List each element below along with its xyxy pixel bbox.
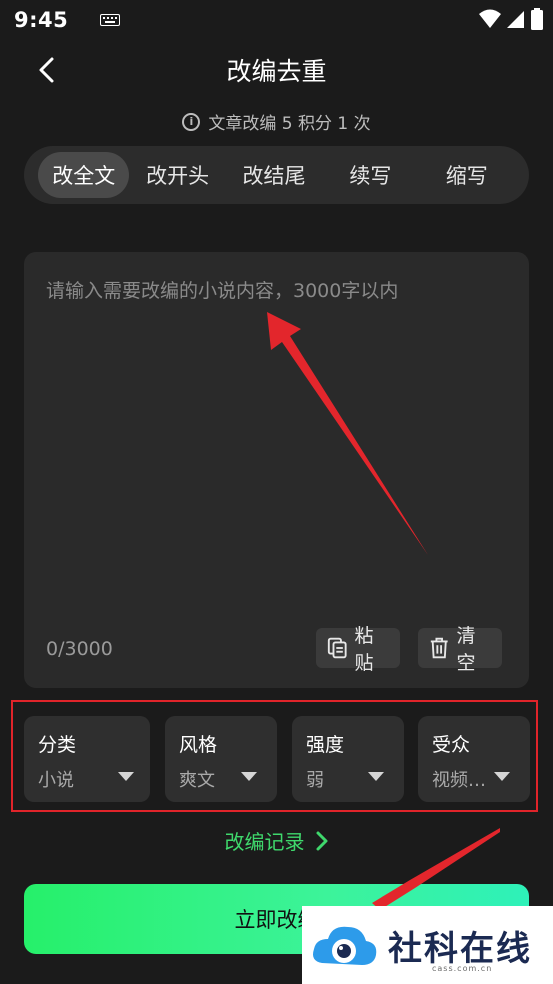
records-label: 改编记录 bbox=[224, 830, 305, 854]
trash-icon bbox=[430, 637, 448, 659]
intensity-select[interactable]: 强度 弱 bbox=[292, 716, 404, 802]
style-value: 爽文 bbox=[179, 770, 215, 791]
dropdown-caret-icon bbox=[241, 772, 257, 781]
page-title: 改编去重 bbox=[226, 57, 327, 86]
keyboard-icon bbox=[100, 14, 121, 26]
signal-icon bbox=[507, 11, 524, 28]
battery-icon bbox=[531, 8, 543, 30]
chevron-right-icon bbox=[316, 831, 327, 850]
intensity-label: 强度 bbox=[306, 734, 345, 756]
cloud-eye-logo-icon bbox=[313, 926, 377, 965]
tab-rewrite-opening[interactable]: 改开头 bbox=[129, 152, 225, 198]
back-arrow-icon[interactable] bbox=[32, 54, 64, 86]
watermark-logo: 社科在线 cass.com.cn bbox=[302, 906, 553, 984]
status-time: 9:45 bbox=[14, 8, 69, 32]
cost-info-text: 文章改编 5 积分 1 次 bbox=[208, 114, 371, 134]
tab-condense[interactable]: 缩写 bbox=[419, 152, 515, 198]
clear-label: 清空 bbox=[456, 625, 476, 674]
style-label: 风格 bbox=[179, 734, 218, 756]
wifi-icon bbox=[479, 9, 501, 28]
tab-rewrite-ending[interactable]: 改结尾 bbox=[226, 152, 322, 198]
paste-icon bbox=[327, 637, 347, 659]
tab-rewrite-full[interactable]: 改全文 bbox=[38, 152, 130, 198]
audience-value: 视频… bbox=[432, 770, 486, 791]
category-select[interactable]: 分类 小说 bbox=[24, 716, 150, 802]
mode-tabs: 改全文 改开头 改结尾 续写 缩写 bbox=[24, 146, 529, 204]
dropdown-caret-icon bbox=[118, 772, 134, 781]
char-counter: 0/3000 bbox=[46, 638, 113, 660]
tab-continue[interactable]: 续写 bbox=[322, 152, 418, 198]
intensity-value: 弱 bbox=[306, 770, 324, 791]
style-select[interactable]: 风格 爽文 bbox=[165, 716, 277, 802]
info-icon: i bbox=[182, 112, 201, 131]
rewrite-records-link[interactable]: 改编记录 bbox=[0, 826, 553, 855]
novel-content-input[interactable] bbox=[24, 252, 529, 612]
watermark-text: 社科在线 bbox=[388, 928, 532, 969]
audience-label: 受众 bbox=[432, 734, 471, 756]
dropdown-caret-icon bbox=[494, 772, 510, 781]
cost-info: i 文章改编 5 积分 1 次 bbox=[0, 109, 553, 134]
paste-button[interactable]: 粘贴 bbox=[316, 625, 400, 674]
status-bar: 9:45 bbox=[0, 0, 553, 40]
options-highlight-box: 分类 小说 风格 爽文 强度 弱 受众 视频… bbox=[11, 700, 538, 812]
category-value: 小说 bbox=[38, 770, 74, 791]
category-label: 分类 bbox=[38, 734, 77, 756]
clear-button[interactable]: 清空 bbox=[418, 625, 502, 674]
audience-select[interactable]: 受众 视频… bbox=[418, 716, 530, 802]
app-header: 改编去重 bbox=[0, 44, 553, 96]
content-editor: 0/3000 粘贴 清空 bbox=[24, 252, 529, 688]
dropdown-caret-icon bbox=[368, 772, 384, 781]
watermark-subtext: cass.com.cn bbox=[432, 964, 493, 973]
paste-label: 粘贴 bbox=[354, 625, 374, 674]
